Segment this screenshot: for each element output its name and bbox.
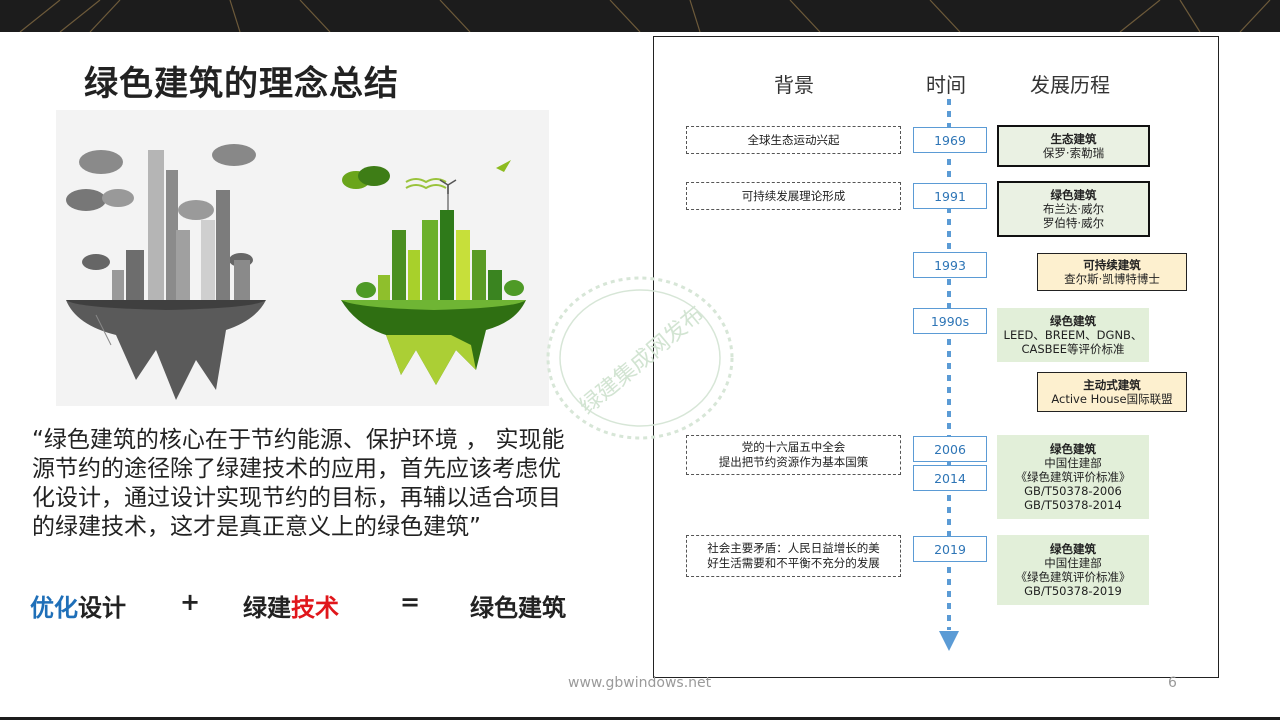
development-line: 布兰达·威尔 <box>1042 202 1105 216</box>
development-line: CASBEE等评价标准 <box>1021 342 1125 356</box>
core-concept-quote: “绿色建筑的核心在于节约能源、保护环境 ， 实现能源节约的途径除了绿建技术的应用… <box>32 427 565 540</box>
page-number: 6 <box>1168 675 1177 691</box>
equation-term-technology: 绿建技术 <box>243 588 339 623</box>
development-item: 主动式建筑 Active House国际联盟 <box>1037 372 1187 412</box>
term-design: 设计 <box>78 594 126 622</box>
background-note: 全球生态运动兴起 <box>686 126 901 154</box>
note-line: 提出把节约资源作为基本国策 <box>718 455 869 469</box>
note-line: 全球生态运动兴起 <box>747 132 840 147</box>
year-1991: 1991 <box>913 183 987 209</box>
development-line: 保罗·索勒瑞 <box>1042 146 1105 160</box>
development-title: 绿色建筑 <box>1050 442 1096 456</box>
equation-plus: + <box>180 588 201 616</box>
watermark-text: 绿建集成网发布 <box>575 302 709 420</box>
development-item: 绿色建筑 中国住建部 《绿色建筑评价标准》 GB/T50378-2019 <box>997 535 1149 605</box>
development-line: GB/T50378-2006 <box>1024 484 1122 498</box>
development-line: 《绿色建筑评价标准》 <box>1015 570 1131 584</box>
header-development: 发展历程 <box>1030 73 1110 97</box>
development-line: 《绿色建筑评价标准》 <box>1015 470 1131 484</box>
development-item: 可持续建筑 查尔斯·凯博特博士 <box>1037 253 1187 291</box>
equation-equals: = <box>400 588 421 616</box>
term-technology: 技术 <box>291 594 339 622</box>
development-title: 绿色建筑 <box>1050 314 1096 328</box>
development-title: 绿色建筑 <box>1050 188 1097 202</box>
term-green-building: 绿建 <box>243 594 291 622</box>
term-optimize: 优化 <box>30 594 78 622</box>
development-line: GB/T50378-2019 <box>1024 584 1122 598</box>
development-line: GB/T50378-2014 <box>1024 498 1122 512</box>
note-line: 好生活需要和不平衡不充分的发展 <box>707 556 880 570</box>
timeline-arrow-icon <box>939 631 959 651</box>
header-background: 背景 <box>774 73 814 97</box>
equation-term-design: 优化设计 <box>30 588 126 623</box>
development-title: 主动式建筑 <box>1083 378 1141 392</box>
equation-result: 绿色建筑 <box>470 594 566 622</box>
year-2014: 2014 <box>913 465 987 491</box>
year-1990s: 1990s <box>913 308 987 334</box>
development-title: 可持续建筑 <box>1083 258 1141 272</box>
watermark-stamp: 绿建集成网发布 <box>546 276 734 440</box>
banner-decoration <box>19 0 1271 32</box>
note-line: 社会主要矛盾：人民日益增长的美 <box>707 541 880 555</box>
development-title: 生态建筑 <box>1050 132 1097 146</box>
development-item: 绿色建筑 中国住建部 《绿色建筑评价标准》 GB/T50378-2006 GB/… <box>997 435 1149 519</box>
development-item: 生态建筑 保罗·索勒瑞 <box>997 125 1150 167</box>
polluted-city-image <box>66 144 266 400</box>
year-2006: 2006 <box>913 436 987 462</box>
background-note: 可持续发展理论形成 <box>686 182 901 210</box>
development-title: 绿色建筑 <box>1050 542 1096 556</box>
header-time: 时间 <box>926 73 966 97</box>
top-banner <box>0 0 1280 32</box>
year-1993: 1993 <box>913 252 987 278</box>
note-line: 可持续发展理论形成 <box>741 188 846 203</box>
development-line: LEED、BREEM、DGNB、 <box>1003 328 1143 342</box>
development-line: 罗伯特·威尔 <box>1042 216 1105 230</box>
development-line: 查尔斯·凯博特博士 <box>1064 272 1160 286</box>
development-line: 中国住建部 <box>1044 556 1102 570</box>
year-2019: 2019 <box>913 536 987 562</box>
concept-equation: 优化设计 + 绿建技术 = 绿色建筑 <box>30 588 590 628</box>
year-1969: 1969 <box>913 127 987 153</box>
city-comparison-illustration <box>56 110 549 406</box>
green-city-image <box>341 160 526 385</box>
development-item: 绿色建筑 LEED、BREEM、DGNB、 CASBEE等评价标准 <box>997 308 1149 362</box>
page-title: 绿色建筑的理念总结 <box>84 64 399 104</box>
development-item: 绿色建筑 布兰达·威尔 罗伯特·威尔 <box>997 181 1150 237</box>
footer-website: www.gbwindows.net <box>568 675 712 691</box>
timeline-axis <box>939 99 959 651</box>
development-line: 中国住建部 <box>1044 456 1102 470</box>
background-note: 社会主要矛盾：人民日益增长的美 好生活需要和不平衡不充分的发展 <box>686 535 901 577</box>
development-line: Active House国际联盟 <box>1051 392 1173 406</box>
